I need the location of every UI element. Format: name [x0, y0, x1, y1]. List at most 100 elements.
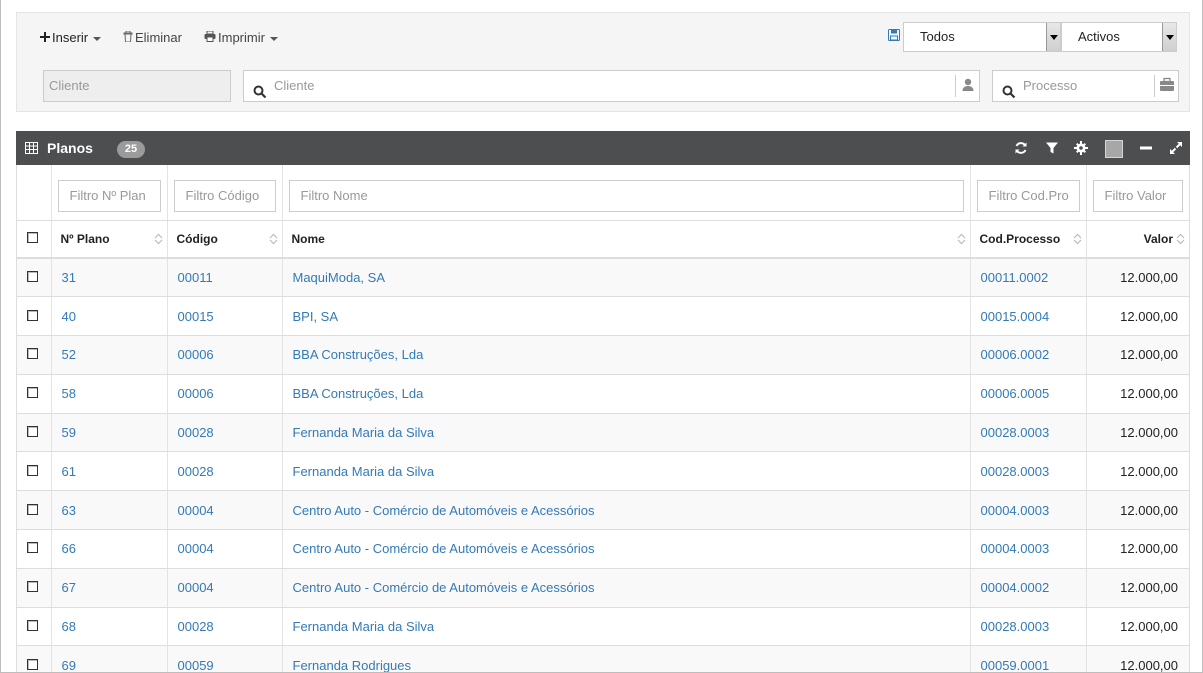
cell-code[interactable]: 00004: [167, 568, 283, 608]
cell-process-code[interactable]: 00015.0004: [970, 296, 1087, 337]
refresh-icon[interactable]: [1014, 141, 1028, 155]
table-row[interactable]: 66 00004 Centro Auto - Comércio de Automóv…: [17, 529, 1189, 569]
cell-process-code[interactable]: 00006.0002: [970, 335, 1087, 375]
cell-name[interactable]: Centro Auto - Comércio de Automóveis e A…: [282, 490, 971, 531]
column-header-value[interactable]: Valor: [1086, 220, 1189, 259]
cell-plan-number[interactable]: 67: [51, 568, 168, 608]
table-row[interactable]: 67 00004 Centro Auto - Comércio de Automóv…: [17, 568, 1189, 608]
minus-icon[interactable]: [1139, 141, 1153, 155]
row-checkbox[interactable]: [27, 426, 38, 438]
cell-plan-number[interactable]: 31: [51, 258, 168, 298]
table-row[interactable]: 69 00059 Fernanda Rodrigues 00059.0001 12.00…: [17, 645, 1189, 672]
cell-name[interactable]: BPI, SA: [282, 296, 971, 337]
client-search-input[interactable]: Cliente: [243, 70, 980, 102]
table-row[interactable]: 40 00015 BPI, SA 00015.0004 12.000,00: [17, 296, 1189, 337]
floppy-icon[interactable]: [888, 29, 900, 42]
cell-name[interactable]: Fernanda Maria da Silva: [282, 451, 971, 492]
cell-name[interactable]: Fernanda Rodrigues: [282, 645, 971, 672]
cell-plan-number[interactable]: 52: [51, 335, 168, 375]
cell-process-code[interactable]: 00004.0002: [970, 568, 1087, 608]
cell-name[interactable]: Centro Auto - Comércio de Automóveis e A…: [282, 568, 971, 608]
panel-color-swatch[interactable]: [1105, 140, 1123, 158]
table-row[interactable]: 31 00011 MaquiModa, SA 00011.0002 12.000,00: [17, 258, 1189, 298]
cell-name[interactable]: BBA Construções, Lda: [282, 374, 971, 414]
row-checkbox[interactable]: [27, 464, 38, 476]
table-row[interactable]: 61 00028 Fernanda Maria da Silva 00028.0003…: [17, 451, 1189, 492]
row-checkbox[interactable]: [27, 271, 38, 283]
row-checkbox[interactable]: [27, 348, 38, 360]
filter-process-input[interactable]: Filtro Cod.Pro: [976, 180, 1080, 212]
cell-plan-number[interactable]: 63: [51, 490, 168, 531]
filter-select[interactable]: Todos: [903, 22, 1061, 52]
table-row[interactable]: 58 00006 BBA Construções, Lda 00006.0005 12.…: [17, 374, 1189, 414]
cell-code[interactable]: 00006: [167, 374, 283, 414]
cell-plan-number[interactable]: 68: [51, 607, 168, 647]
cell-process-code[interactable]: 00059.0001: [970, 645, 1087, 672]
delete-button[interactable]: Eliminar: [123, 28, 182, 48]
row-checkbox[interactable]: [27, 387, 38, 399]
cell-name[interactable]: BBA Construções, Lda: [282, 335, 971, 375]
cell-code[interactable]: 00011: [167, 258, 283, 298]
cell-plan-number[interactable]: 59: [51, 413, 168, 453]
cell-code[interactable]: 00004: [167, 490, 283, 531]
gear-icon[interactable]: [1074, 141, 1088, 155]
print-button[interactable]: Imprimir: [204, 28, 278, 48]
cell-process-code[interactable]: 00004.0003: [970, 529, 1087, 569]
column-header-code[interactable]: Código: [167, 220, 283, 259]
cell-process-code[interactable]: 00028.0003: [970, 451, 1087, 492]
user-icon[interactable]: [955, 75, 979, 97]
filter-value-input[interactable]: Filtro Valor: [1092, 180, 1183, 212]
expand-icon[interactable]: [1169, 141, 1183, 155]
cell-code[interactable]: 00015: [167, 296, 283, 337]
cell-name[interactable]: Centro Auto - Comércio de Automóveis e A…: [282, 529, 971, 569]
row-checkbox[interactable]: [27, 503, 38, 515]
row-checkbox[interactable]: [27, 620, 38, 632]
cell-process-code[interactable]: 00028.0003: [970, 413, 1087, 453]
cell-process-code[interactable]: 00004.0003: [970, 490, 1087, 531]
search-icon: [1002, 80, 1016, 99]
cell-code[interactable]: 00028: [167, 607, 283, 647]
row-checkbox[interactable]: [27, 542, 38, 554]
filter-name-input[interactable]: Filtro Nome: [288, 180, 964, 212]
table-row[interactable]: 68 00028 Fernanda Maria da Silva 00028.0003…: [17, 607, 1189, 647]
cell-code[interactable]: 00028: [167, 413, 283, 453]
cell-plan-number[interactable]: 58: [51, 374, 168, 414]
cell-code[interactable]: 00004: [167, 529, 283, 569]
cell-process-code[interactable]: 00006.0005: [970, 374, 1087, 414]
sort-icon: [1176, 233, 1185, 245]
cell-code[interactable]: 00006: [167, 335, 283, 375]
column-header-plan[interactable]: Nº Plano: [51, 220, 168, 259]
panel-title: Planos: [47, 140, 93, 156]
cell-process-code[interactable]: 00011.0002: [970, 258, 1087, 298]
client-search-placeholder: Cliente: [274, 78, 315, 93]
cell-name[interactable]: Fernanda Maria da Silva: [282, 413, 971, 453]
cell-plan-number[interactable]: 61: [51, 451, 168, 492]
table-row[interactable]: 52 00006 BBA Construções, Lda 00006.0002 12.…: [17, 335, 1189, 375]
insert-button[interactable]: Inserir: [40, 28, 102, 48]
briefcase-icon[interactable]: [1154, 75, 1178, 97]
column-header-process[interactable]: Cod.Processo: [970, 220, 1087, 259]
process-input[interactable]: Processo: [992, 70, 1179, 102]
table-row[interactable]: 63 00004 Centro Auto - Comércio de Automóv…: [17, 490, 1189, 531]
cell-plan-number[interactable]: 66: [51, 529, 168, 569]
filter-code-input[interactable]: Filtro Código: [173, 180, 276, 212]
select-all-checkbox[interactable]: [27, 231, 38, 243]
cell-value: 12.000,00: [1086, 529, 1189, 569]
cell-process-code[interactable]: 00028.0003: [970, 607, 1087, 647]
filter-plan-input[interactable]: Filtro Nº Plan: [57, 180, 161, 212]
row-checkbox[interactable]: [27, 581, 38, 593]
app-window: Inserir Eliminar Imprimir Todos Activos …: [0, 0, 1203, 673]
status-select[interactable]: Activos: [1061, 22, 1177, 52]
cell-code[interactable]: 00059: [167, 645, 283, 672]
cell-name[interactable]: MaquiModa, SA: [282, 258, 971, 298]
row-checkbox[interactable]: [27, 658, 38, 670]
cell-plan-number[interactable]: 40: [51, 296, 168, 337]
funnel-icon[interactable]: [1045, 141, 1059, 155]
cell-plan-number[interactable]: 69: [51, 645, 168, 672]
cell-code[interactable]: 00028: [167, 451, 283, 492]
table-row[interactable]: 59 00028 Fernanda Maria da Silva 00028.0003…: [17, 413, 1189, 453]
row-checkbox[interactable]: [27, 309, 38, 321]
cell-name[interactable]: Fernanda Maria da Silva: [282, 607, 971, 647]
column-label: Valor: [1143, 231, 1173, 246]
column-header-name[interactable]: Nome: [282, 220, 971, 259]
